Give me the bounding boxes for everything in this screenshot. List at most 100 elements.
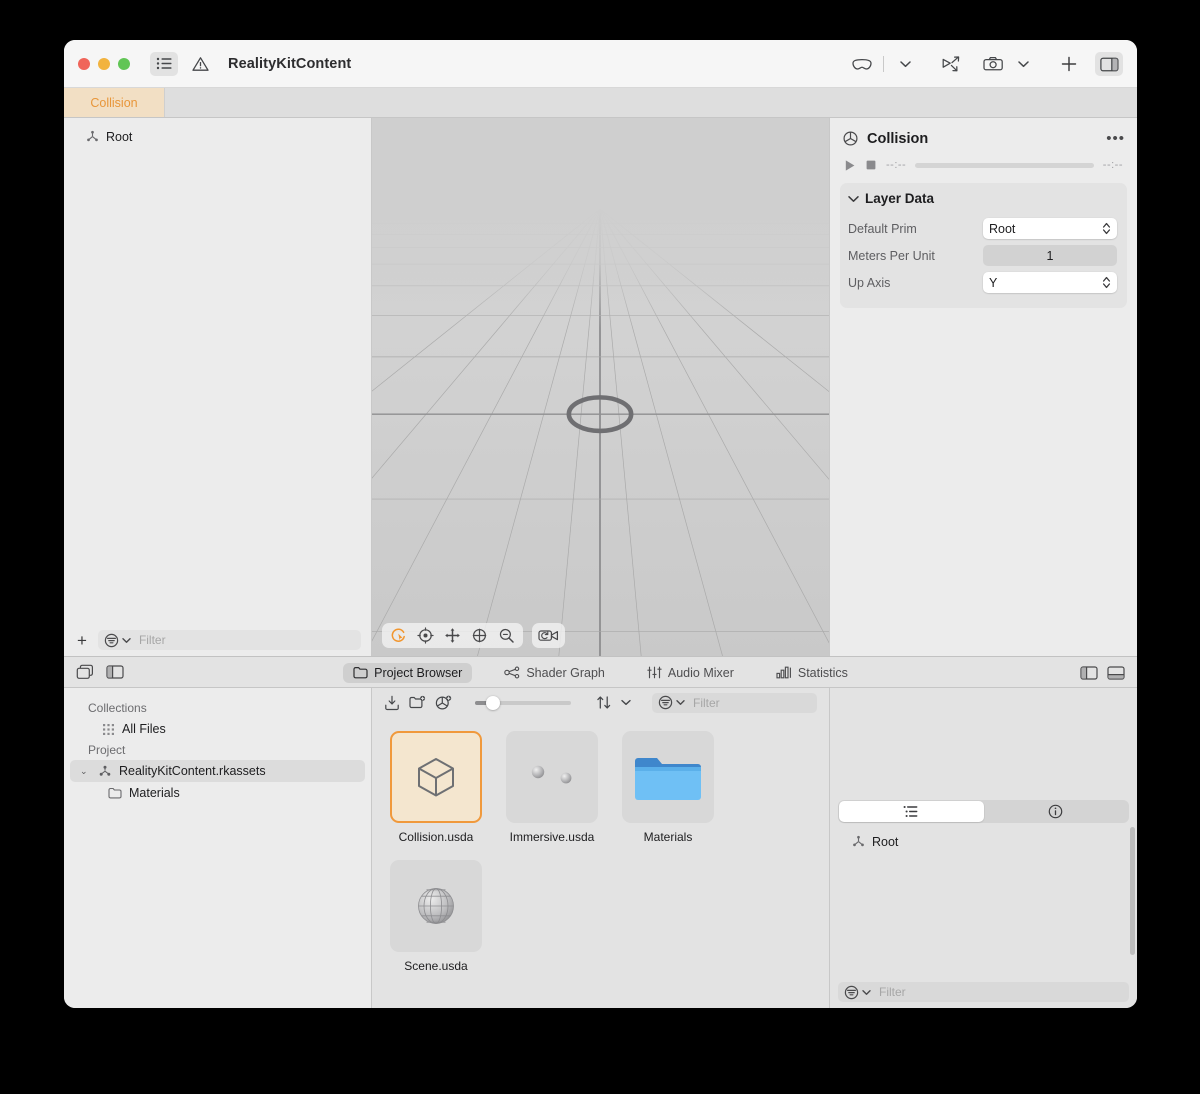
asset-thumbnail [390,731,482,823]
asset-item[interactable]: Collision.usda [386,731,486,844]
asset-item[interactable]: Materials [618,731,718,844]
chevron-down-icon[interactable] [891,52,919,76]
asset-name: Materials [643,830,693,844]
timecode-start: --:-- [886,159,907,171]
tab-label: Shader Graph [526,665,605,680]
segment-info[interactable] [984,801,1129,822]
timeline-scrubber[interactable] [915,162,1094,168]
outline-item-label: Root [106,129,133,144]
slider-track[interactable] [475,695,571,710]
chevron-down-icon[interactable] [621,699,631,706]
project-browser: Collections All Files Project ⌄ RealityK… [64,688,1137,1008]
bottom-pane-toggle-icon[interactable] [1107,665,1125,680]
filter-icon[interactable] [844,985,859,1000]
sidebar-item-rkassets[interactable]: ⌄ RealityKitContent.rkassets [70,760,365,782]
default-prim-value: Root [989,221,1016,236]
orbit-tool[interactable] [386,624,411,647]
play-to-device-icon[interactable] [937,52,965,76]
meters-per-unit-field[interactable]: 1 [983,245,1117,266]
right-pane-toggle-icon[interactable] [1080,665,1098,680]
close-button[interactable] [78,57,90,70]
disclosure-triangle[interactable]: ⌄ [80,766,91,777]
bottom-pane: Project Browser Shader Graph Audio Mixer… [64,656,1137,1008]
tab-shader-graph[interactable]: Shader Graph [494,663,615,683]
chevron-down-icon[interactable] [848,195,859,203]
zoom-button[interactable] [118,57,130,70]
left-pane-toggle-icon[interactable] [106,665,124,679]
asset-item[interactable]: Scene.usda [386,860,486,973]
asset-preview-area [830,688,1137,794]
slider-knob[interactable] [486,695,500,710]
tab-statistics[interactable]: Statistics [766,663,858,683]
asset-thumbnail [506,731,598,823]
hierarchy-filter-field[interactable]: Filter [838,982,1129,1002]
outline-footer: + Filter [64,624,371,656]
asset-thumbnail [390,860,482,952]
new-asset-icon[interactable] [435,695,452,711]
mixer-sliders-icon [647,666,662,679]
outline-item-root[interactable]: Root [64,126,371,147]
sidebar-item-all-files[interactable]: All Files [70,718,365,740]
chevron-down-icon[interactable] [676,699,685,706]
import-icon[interactable] [384,695,400,711]
thumbnail-size-slider[interactable] [475,695,571,710]
viewport-3d[interactable] [372,118,829,656]
minimize-button[interactable] [98,57,110,70]
up-axis-select[interactable]: Y [983,272,1117,293]
add-prim-button[interactable]: + [74,632,90,649]
orbit-globe-tool[interactable] [467,624,492,647]
asset-name: Immersive.usda [509,830,595,844]
property-row-default-prim: Default Prim Root [848,215,1117,242]
cube-wireframe-icon [418,758,454,797]
inspector-toggle-icon[interactable] [1095,52,1123,76]
window-controls [78,57,130,70]
camera-icon[interactable] [979,52,1007,76]
camera-reset-group [532,623,565,648]
chevron-down-icon[interactable] [1009,52,1037,76]
outline-filter-field[interactable]: Filter [97,630,361,650]
asset-filter-field[interactable]: Filter [652,692,817,713]
asset-hierarchy-tree: Root [830,823,1137,976]
app-window: RealityKitContent Collision Root + Filte… [64,40,1137,1008]
look-around-tool[interactable] [413,624,438,647]
tab-project-browser[interactable]: Project Browser [343,662,473,683]
filter-icon[interactable] [658,695,673,710]
viewport-grid [372,204,829,656]
vision-device-icon[interactable] [848,52,876,76]
tab-label: Statistics [797,665,848,680]
group-header-collections: Collections [88,701,147,715]
layer-data-card: Layer Data Default Prim Root Meters Per … [840,183,1127,308]
chevron-down-icon[interactable] [122,637,131,644]
tab-label: Project Browser [374,665,463,680]
blue-folder-icon [635,758,701,800]
default-prim-select[interactable]: Root [983,218,1117,239]
pan-tool[interactable] [440,624,465,647]
sort-arrows-icon[interactable] [596,695,612,710]
asset-item[interactable]: Immersive.usda [502,731,602,844]
zoom-tool[interactable] [494,624,519,647]
reset-camera-icon[interactable] [536,624,561,647]
new-folder-icon[interactable] [409,695,426,710]
tab-collision[interactable]: Collision [64,88,165,117]
viewport-tool-bar [382,623,565,648]
add-icon[interactable] [1055,52,1083,76]
inspector-header: Collision ••• [840,130,1127,147]
chevron-down-icon[interactable] [862,989,871,996]
stop-icon[interactable] [865,159,877,171]
filter-icon[interactable] [104,633,119,648]
title-bar: RealityKitContent [64,40,1137,88]
inspector-more-button[interactable]: ••• [1106,130,1125,147]
sidebar-item-materials[interactable]: Materials [70,782,365,804]
hierarchy-item-root[interactable]: Root [830,831,1137,852]
segment-outline[interactable] [839,801,984,822]
warning-icon[interactable] [186,52,214,76]
play-icon[interactable] [844,159,856,172]
stack-panes-icon[interactable] [76,664,94,680]
asset-toolbar: Filter [372,688,829,717]
tab-audio-mixer[interactable]: Audio Mixer [637,663,744,683]
vertical-scrollbar[interactable] [1130,827,1135,955]
page-title: RealityKitContent [228,55,352,72]
layer-data-header[interactable]: Layer Data [848,191,1117,206]
toolbar-divider [883,56,884,72]
sidebar-list-icon[interactable] [150,51,178,76]
